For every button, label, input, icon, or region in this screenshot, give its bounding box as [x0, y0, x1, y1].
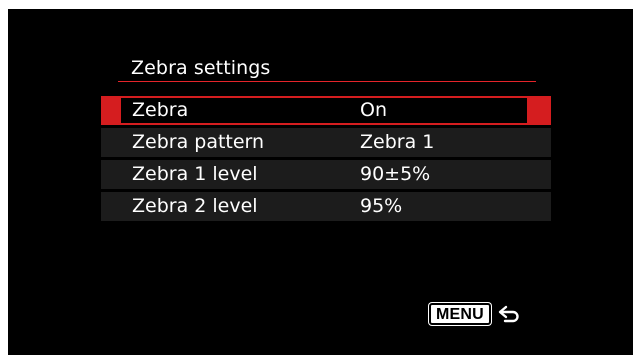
camera-menu-screen: Zebra settings Zebra On Zebra pattern Ze… [8, 9, 633, 355]
return-arrow-icon [498, 305, 519, 323]
menu-item-zebra-pattern[interactable]: Zebra pattern Zebra 1 [101, 128, 551, 157]
menu-item-label: Zebra 1 level [132, 163, 258, 185]
title-divider [118, 81, 536, 82]
menu-item-zebra-2-level[interactable]: Zebra 2 level 95% [101, 192, 551, 221]
menu-item-value: Zebra 1 [360, 131, 435, 153]
menu-item-value: 95% [360, 195, 403, 217]
menu-item-zebra[interactable]: Zebra On [101, 96, 551, 125]
settings-list: Zebra On Zebra pattern Zebra 1 Zebra 1 l… [101, 96, 551, 224]
menu-item-zebra-1-level[interactable]: Zebra 1 level 90±5% [101, 160, 551, 189]
menu-button-label: MENU [429, 303, 491, 325]
menu-item-value: On [360, 99, 387, 121]
menu-back-button[interactable]: MENU [429, 301, 523, 327]
menu-item-label: Zebra [132, 99, 189, 121]
menu-item-label: Zebra 2 level [132, 195, 258, 217]
menu-item-value: 90±5% [360, 163, 431, 185]
page-title: Zebra settings [131, 57, 271, 79]
menu-item-label: Zebra pattern [132, 131, 265, 153]
